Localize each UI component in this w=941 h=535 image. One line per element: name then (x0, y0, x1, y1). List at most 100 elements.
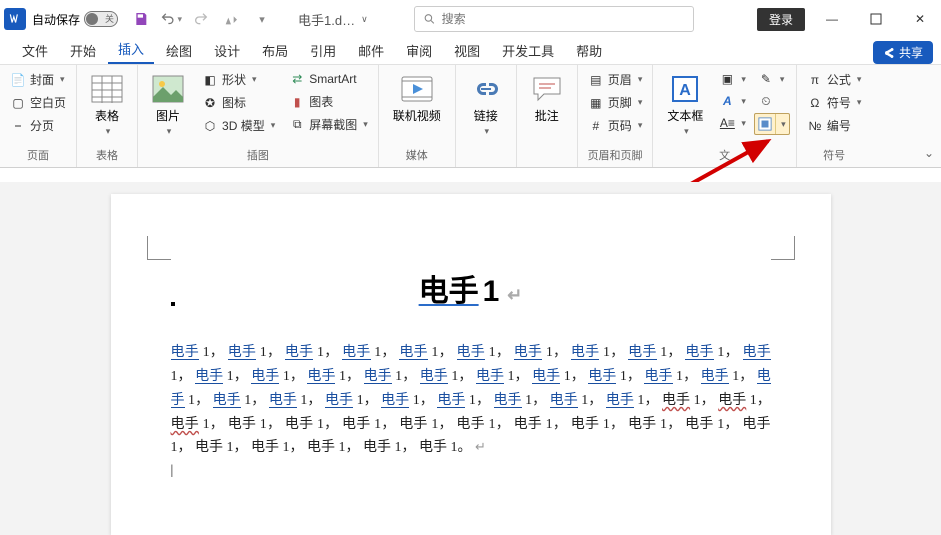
group-label-media: 媒体 (406, 145, 428, 167)
link-button[interactable]: 链接▾ (462, 69, 510, 141)
title-bar: 自动保存 关 ▾ ▾ 电手1.d… ∨ 登录 — ✕ (0, 0, 941, 38)
group-header-footer: ▤页眉▾ ▦页脚▾ #页码▾ 页眉和页脚 (578, 65, 654, 167)
tab-developer[interactable]: 开发工具 (492, 37, 564, 64)
signature-icon: ✎ (758, 71, 774, 87)
icons-button[interactable]: ✪图标 (198, 92, 279, 113)
shapes-button[interactable]: ◧形状▾ (198, 69, 279, 90)
number-button[interactable]: №编号 (803, 115, 866, 136)
comment-button[interactable]: 批注 (523, 69, 571, 128)
ribbon-collapse-button[interactable]: ⌄ (921, 145, 937, 161)
page-break-button[interactable]: ⎯分页 (6, 115, 70, 136)
tab-help[interactable]: 帮助 (566, 37, 612, 64)
footer-button[interactable]: ▦页脚▾ (584, 92, 647, 113)
smartart-button[interactable]: ⇄SmartArt (285, 69, 372, 89)
page[interactable]: 电手 1 ↵ 电手 1， 电手 1， 电手 1， 电手 1， 电手 1， 电手 … (111, 194, 831, 535)
blank-page-button[interactable]: ▢空白页 (6, 92, 70, 113)
tab-home[interactable]: 开始 (60, 37, 106, 64)
equation-button[interactable]: π公式▾ (803, 69, 866, 90)
shapes-icon: ◧ (202, 72, 218, 88)
tab-mailings[interactable]: 邮件 (348, 37, 394, 64)
tab-file[interactable]: 文件 (12, 37, 58, 64)
document-area[interactable]: 电手 1 ↵ 电手 1， 电手 1， 电手 1， 电手 1， 电手 1， 电手 … (0, 182, 941, 535)
equation-icon: π (807, 72, 823, 88)
chart-icon: ▮ (289, 94, 305, 110)
search-icon (423, 12, 436, 26)
quick-parts-button[interactable]: ▣▾ (715, 69, 750, 89)
pictures-button[interactable]: 图片▾ (144, 69, 192, 141)
tab-insert[interactable]: 插入 (108, 35, 154, 64)
chart-button[interactable]: ▮图表 (285, 91, 372, 112)
group-comments: 批注 (517, 65, 578, 167)
break-icon: ⎯ (10, 118, 26, 134)
dropcap-icon: A≡ (719, 115, 735, 131)
cube-icon: ⬡ (202, 118, 218, 134)
group-text: A 文本框▾ ▣▾ A▾ A≡▾ ✎▾ ⏲ ▾ 文 (653, 65, 797, 167)
comment-icon (531, 73, 563, 105)
page-number-button[interactable]: #页码▾ (584, 115, 647, 136)
tab-layout[interactable]: 布局 (252, 37, 298, 64)
tab-references[interactable]: 引用 (300, 37, 346, 64)
textbox-button[interactable]: A 文本框▾ (659, 69, 711, 141)
number-icon: № (807, 118, 823, 134)
svg-text:A: A (680, 82, 692, 99)
object-dropdown[interactable]: ▾ (775, 114, 789, 134)
cover-page-button[interactable]: 📄封面▾ (6, 69, 70, 90)
group-symbols: π公式▾ Ω符号▾ №编号 符号 (797, 65, 872, 167)
autosave-toggle[interactable]: 自动保存 关 (32, 11, 118, 28)
object-button[interactable]: ▾ (754, 113, 790, 135)
wordart-button[interactable]: A▾ (715, 91, 750, 111)
document-heading[interactable]: 电手 1 ↵ (171, 266, 771, 310)
word-app-icon (4, 8, 26, 30)
date-time-button[interactable]: ⏲ (754, 91, 790, 111)
toggle-off-icon[interactable]: 关 (84, 11, 118, 27)
redo-button[interactable] (190, 8, 212, 30)
group-label-links (484, 149, 487, 167)
search-input[interactable] (442, 12, 685, 26)
symbol-button[interactable]: Ω符号▾ (803, 92, 866, 113)
crop-mark (147, 236, 171, 260)
group-media: 联机视频 媒体 (379, 65, 456, 167)
document-paragraph[interactable]: 电手 1， 电手 1， 电手 1， 电手 1， 电手 1， 电手 1， 电手 1… (171, 340, 771, 483)
qat-customize-button[interactable]: ▾ (250, 8, 272, 30)
ribbon-tabs: 文件 开始 插入 绘图 设计 布局 引用 邮件 审阅 视图 开发工具 帮助 共享 (0, 38, 941, 64)
login-button[interactable]: 登录 (757, 8, 805, 31)
close-button[interactable]: ✕ (903, 5, 937, 33)
tab-design[interactable]: 设计 (204, 37, 250, 64)
smartart-icon: ⇄ (289, 71, 305, 87)
parts-icon: ▣ (719, 71, 735, 87)
cursor-indicator (171, 302, 175, 306)
signature-line-button[interactable]: ✎▾ (754, 69, 790, 89)
search-box[interactable] (414, 6, 694, 32)
online-video-button[interactable]: 联机视频 (385, 69, 449, 128)
blank-page-icon: ▢ (10, 95, 26, 111)
minimize-button[interactable]: — (815, 5, 849, 33)
touch-mode-button[interactable] (220, 8, 242, 30)
icons-icon: ✪ (202, 95, 218, 111)
document-title[interactable]: 电手1.d… ∨ (298, 10, 368, 29)
header-icon: ▤ (588, 72, 604, 88)
save-button[interactable] (130, 8, 152, 30)
share-button[interactable]: 共享 (873, 41, 933, 64)
share-icon (883, 47, 895, 59)
header-button[interactable]: ▤页眉▾ (584, 69, 647, 90)
maximize-button[interactable] (859, 5, 893, 33)
group-label-text: 文 (719, 145, 730, 167)
object-icon (755, 114, 775, 134)
table-button[interactable]: 表格▾ (83, 69, 131, 141)
tab-draw[interactable]: 绘图 (156, 37, 202, 64)
paragraph-mark-icon: ↵ (507, 285, 522, 306)
undo-button[interactable]: ▾ (160, 8, 182, 30)
group-label-tables: 表格 (96, 145, 118, 167)
tab-view[interactable]: 视图 (444, 37, 490, 64)
tab-review[interactable]: 审阅 (396, 37, 442, 64)
link-icon (470, 73, 502, 105)
group-label-illustrations: 插图 (247, 145, 269, 167)
picture-icon (152, 73, 184, 105)
pagenum-icon: # (588, 118, 604, 134)
cover-icon: 📄 (10, 72, 26, 88)
screenshot-button[interactable]: ⧉屏幕截图▾ (285, 114, 372, 135)
3d-models-button[interactable]: ⬡3D 模型▾ (198, 115, 279, 136)
drop-cap-button[interactable]: A≡▾ (715, 113, 750, 133)
crop-mark (771, 236, 795, 260)
table-icon (91, 73, 123, 105)
